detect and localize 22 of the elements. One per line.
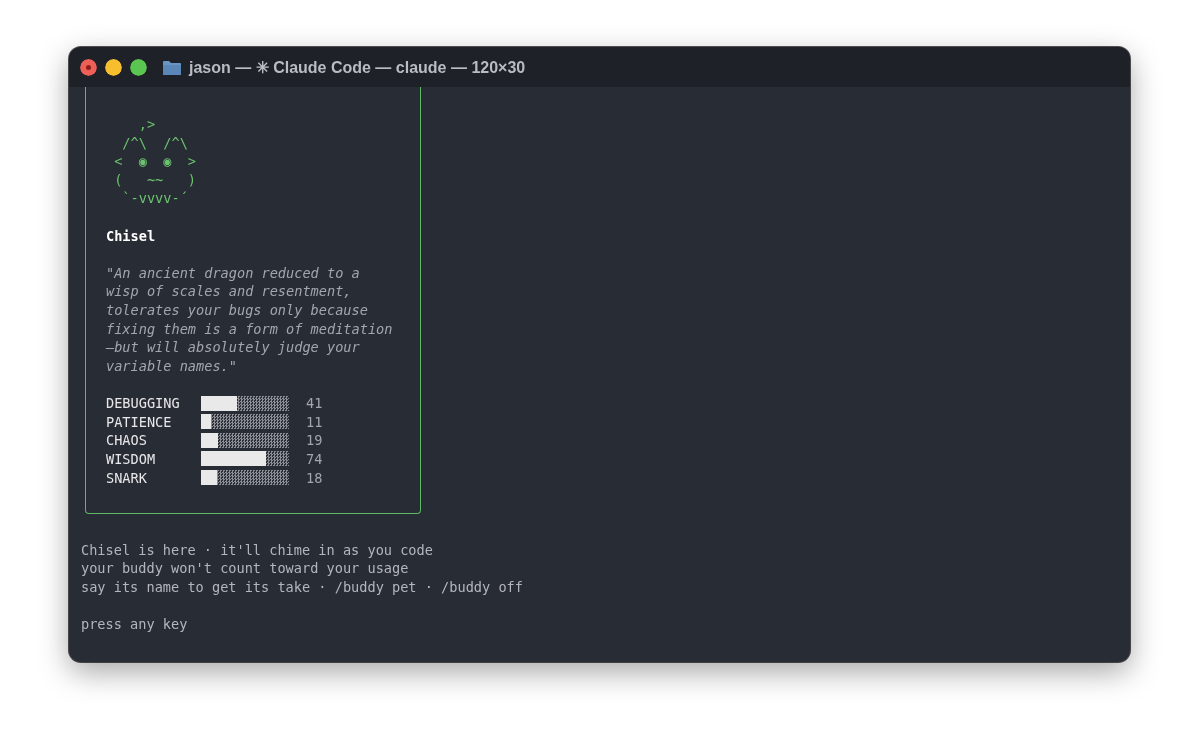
- stat-label: CHAOS: [106, 432, 148, 449]
- stat-value: 19: [306, 432, 323, 449]
- stat-value: 41: [306, 395, 323, 412]
- stat-value: 74: [306, 451, 323, 467]
- terminal-message: say its name to get its take · /buddy pet · /buddy off: [81, 578, 524, 597]
- buddy-description: "An ancient dragon reduced to a wisp of scales and resentment, tolerates your bugs only because fixing them is a form of meditation—but will absolutely judge your variable names.": [106, 263, 394, 376]
- stat-value: 18: [306, 469, 323, 486]
- stat-label: PATIENCE: [106, 413, 173, 430]
- terminal-message: your buddy won't count toward your usage: [81, 559, 410, 579]
- window-title: jason — ✳ Claude Code — claude — 120×30: [189, 57, 526, 77]
- stat-label: SNARK: [106, 469, 148, 486]
- terminal-message: Chisel is here · it'll chime in as you code: [81, 540, 434, 560]
- key-prompt: press any key: [81, 615, 189, 634]
- stat-label: WISDOM: [106, 451, 157, 467]
- close-button[interactable]: [80, 58, 97, 76]
- stat-label: DEBUGGING: [106, 395, 181, 412]
- stat-value: 11: [306, 413, 323, 430]
- maximize-button[interactable]: [130, 58, 147, 76]
- buddy-name: Chisel: [106, 226, 157, 246]
- minimize-button[interactable]: [105, 58, 122, 76]
- folder-icon: [163, 59, 181, 75]
- ascii-dragon-drawing: ,> /^\ /^\ < ◉ ◉ > ( ~~ ) `-vvvv-´: [113, 115, 198, 208]
